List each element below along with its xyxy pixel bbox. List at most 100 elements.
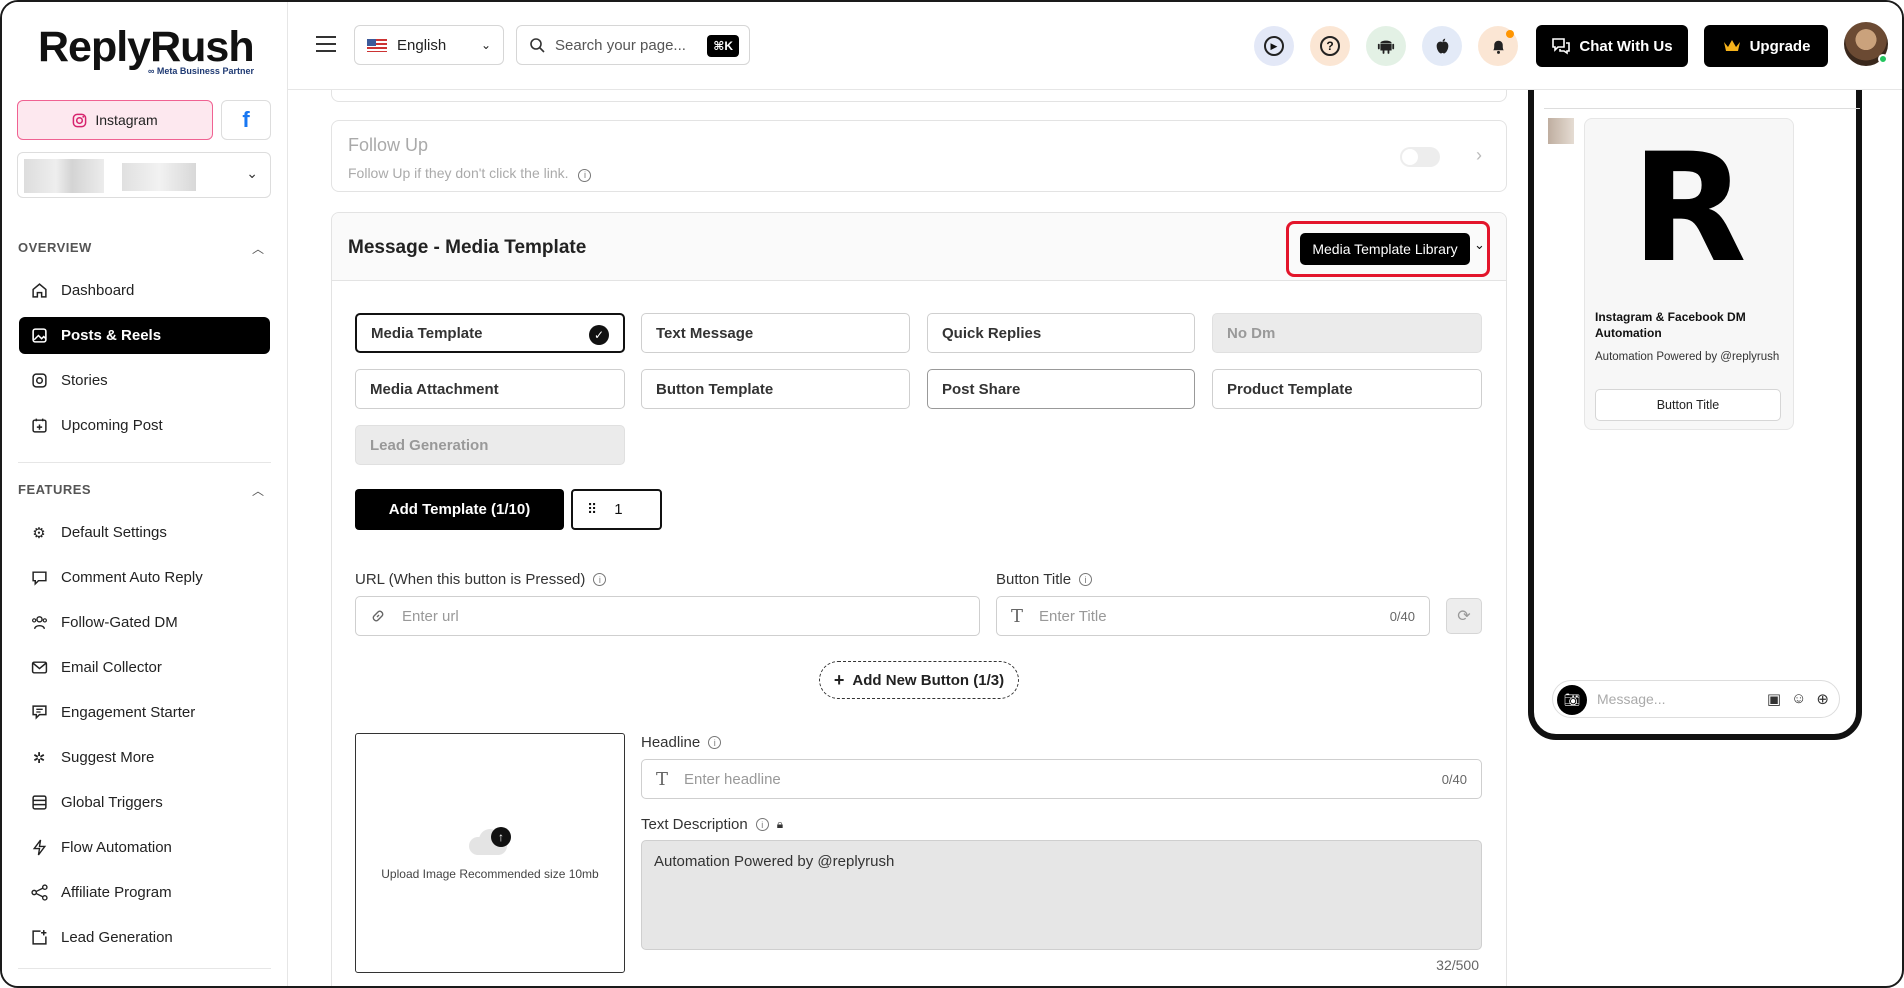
preview-message-input: 📷︎ Message... ▣ ☺ ⊕ bbox=[1552, 680, 1840, 718]
preview-divider bbox=[1544, 108, 1860, 109]
sidebar-item-comment-auto-reply[interactable]: Comment Auto Reply bbox=[19, 559, 270, 596]
features-section-label: FEATURES bbox=[18, 482, 92, 497]
apple-icon bbox=[1436, 38, 1448, 54]
sidebar-item-suggest-more[interactable]: ✲ Suggest More bbox=[19, 739, 270, 776]
sidebar-item-label: Upcoming Post bbox=[61, 417, 163, 434]
mail-icon bbox=[29, 658, 49, 678]
comment-icon bbox=[29, 568, 49, 588]
sidebar-item-lead-generation[interactable]: Lead Generation bbox=[19, 919, 270, 956]
sidebar-item-label: Lead Generation bbox=[61, 929, 173, 946]
sparkle-gear-icon: ✲ bbox=[32, 749, 46, 767]
button-title-label-text: Button Title bbox=[996, 571, 1072, 588]
sidebar-item-label: Flow Automation bbox=[61, 839, 172, 856]
unread-dot bbox=[1506, 30, 1514, 38]
search-input[interactable]: Search your page... ⌘K bbox=[516, 25, 750, 65]
button-title-input[interactable]: T Enter Title 0/40 bbox=[996, 596, 1430, 636]
url-input[interactable]: Enter url bbox=[355, 596, 980, 636]
sidebar-item-global-triggers[interactable]: Global Triggers bbox=[19, 784, 270, 821]
notifications-button[interactable] bbox=[1478, 26, 1518, 66]
instagram-icon bbox=[73, 113, 87, 127]
play-tutorial-button[interactable]: ▶ bbox=[1254, 26, 1294, 66]
android-app-button[interactable] bbox=[1366, 26, 1406, 66]
refresh-icon[interactable]: ⟳ bbox=[1446, 598, 1482, 634]
instagram-tab[interactable]: Instagram bbox=[17, 100, 213, 140]
image-upload-dropzone[interactable]: ↑ Upload Image Recommended size 10mb bbox=[355, 733, 625, 973]
option-media-attachment[interactable]: Media Attachment bbox=[355, 369, 625, 409]
plus-icon: + bbox=[833, 669, 845, 690]
option-quick-replies[interactable]: Quick Replies bbox=[927, 313, 1195, 353]
sidebar-item-stories[interactable]: Stories bbox=[19, 362, 270, 399]
chevron-up-icon[interactable]: ︿ bbox=[252, 482, 264, 499]
chat-with-us-button[interactable]: Chat With Us bbox=[1536, 25, 1688, 67]
brand-name: ReplyRush bbox=[38, 23, 255, 71]
sidebar-item-email-collector[interactable]: Email Collector bbox=[19, 649, 270, 686]
meta-partner-badge: ∞ Meta Business Partner bbox=[148, 66, 254, 76]
option-media-template[interactable]: Media Template ✓ bbox=[355, 313, 625, 353]
option-post-share[interactable]: Post Share bbox=[927, 369, 1195, 409]
info-icon[interactable]: i bbox=[578, 168, 592, 182]
follow-up-card[interactable]: Follow Up Follow Up if they don't click … bbox=[331, 120, 1507, 192]
sidebar-item-flow-automation[interactable]: Flow Automation bbox=[19, 829, 270, 866]
android-icon bbox=[1377, 40, 1395, 54]
drag-handle-icon[interactable]: ⠿ bbox=[587, 501, 597, 518]
sidebar-item-label: Affiliate Program bbox=[61, 884, 172, 901]
media-template-library-button[interactable]: Media Template Library bbox=[1300, 233, 1470, 265]
add-template-button[interactable]: Add Template (1/10) bbox=[355, 489, 564, 530]
preview-card-title: Instagram & Facebook DM Automation bbox=[1595, 310, 1746, 341]
text-description-textarea[interactable]: Automation Powered by @replyrush bbox=[641, 840, 1482, 950]
account-selector[interactable]: ⌄ bbox=[17, 152, 271, 198]
upgrade-button[interactable]: Upgrade bbox=[1704, 25, 1828, 67]
help-button[interactable]: ? bbox=[1310, 26, 1350, 66]
info-icon[interactable]: i bbox=[1079, 573, 1093, 586]
preview-card-button: Button Title bbox=[1595, 389, 1781, 421]
sidebar-item-follow-gated-dm[interactable]: Follow-Gated DM bbox=[19, 604, 270, 641]
option-text-message[interactable]: Text Message bbox=[641, 313, 910, 353]
option-label: Post Share bbox=[942, 380, 1021, 398]
option-no-dm[interactable]: No Dm bbox=[1212, 313, 1482, 353]
sidebar-item-label: Global Triggers bbox=[61, 794, 163, 811]
sidebar-item-affiliate-program[interactable]: Affiliate Program bbox=[19, 874, 270, 911]
chat-with-us-label: Chat With Us bbox=[1579, 37, 1673, 55]
sidebar: ReplyRush ∞ Meta Business Partner Instag… bbox=[2, 2, 288, 986]
brand-logo[interactable]: ReplyRush ∞ Meta Business Partner bbox=[38, 23, 255, 77]
text-description-counter: 32/500 bbox=[1436, 957, 1479, 973]
check-icon: ✓ bbox=[589, 325, 609, 345]
chevron-up-icon[interactable]: ︿ bbox=[252, 240, 264, 257]
overview-section-label: OVERVIEW bbox=[18, 240, 92, 255]
info-icon[interactable]: i bbox=[708, 736, 722, 749]
follow-up-toggle[interactable] bbox=[1400, 147, 1440, 167]
option-lead-generation[interactable]: Lead Generation bbox=[355, 425, 625, 465]
add-new-button[interactable]: + Add New Button (1/3) bbox=[819, 661, 1019, 699]
sidebar-item-label: Comment Auto Reply bbox=[61, 569, 203, 586]
chevron-down-icon[interactable]: ⌄ bbox=[1474, 237, 1485, 253]
option-label: Product Template bbox=[1227, 380, 1353, 398]
url-label-text: URL (When this button is Pressed) bbox=[355, 571, 586, 588]
headline-input[interactable]: T Enter headline 0/40 bbox=[641, 759, 1482, 799]
template-index: 1 bbox=[614, 501, 623, 518]
url-label: URL (When this button is Pressed) i bbox=[355, 571, 607, 588]
search-icon bbox=[530, 38, 545, 53]
language-select[interactable]: English ⌄ bbox=[354, 25, 504, 65]
sidebar-item-upcoming-post[interactable]: Upcoming Post bbox=[19, 407, 270, 444]
sidebar-item-dashboard[interactable]: Dashboard bbox=[19, 272, 270, 309]
sidebar-item-posts-reels[interactable]: Posts & Reels bbox=[19, 317, 270, 354]
sidebar-item-label: Follow-Gated DM bbox=[61, 614, 178, 631]
template-tab-1[interactable]: ⠿ 1 bbox=[571, 489, 662, 530]
sidebar-item-engagement-starter[interactable]: Engagement Starter bbox=[19, 694, 270, 731]
sidebar-item-default-settings[interactable]: ⚙ Default Settings bbox=[19, 514, 270, 551]
ios-app-button[interactable] bbox=[1422, 26, 1462, 66]
follow-up-title: Follow Up bbox=[348, 135, 429, 155]
sender-avatar bbox=[1548, 118, 1574, 144]
option-product-template[interactable]: Product Template bbox=[1212, 369, 1482, 409]
button-title-counter: 0/40 bbox=[1389, 608, 1415, 624]
menu-toggle-icon[interactable] bbox=[316, 36, 336, 57]
option-button-template[interactable]: Button Template bbox=[641, 369, 910, 409]
facebook-tab[interactable]: f bbox=[221, 100, 271, 140]
info-icon[interactable]: i bbox=[755, 818, 769, 831]
text-type-icon: T bbox=[1011, 605, 1024, 627]
info-icon[interactable]: i bbox=[593, 573, 607, 586]
text-description-label-text: Text Description bbox=[641, 816, 748, 833]
cloud-upload-icon: ↑ bbox=[467, 825, 513, 855]
chevron-right-icon[interactable]: › bbox=[1476, 145, 1482, 166]
sidebar-item-label: Email Collector bbox=[61, 659, 162, 676]
